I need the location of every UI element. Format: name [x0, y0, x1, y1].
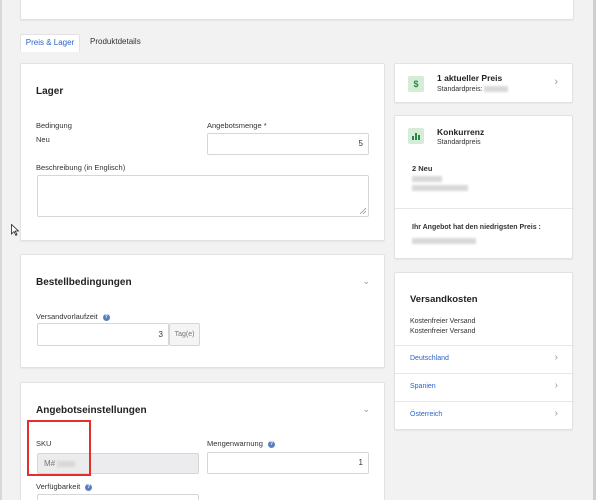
shipping-title: Versandkosten — [410, 294, 478, 305]
bar-chart-icon — [408, 128, 424, 144]
lead-time-label: Versandvorlaufzeit ? — [36, 312, 110, 321]
lead-time-input[interactable]: 3 — [37, 323, 169, 346]
offer-settings-title: Angebotseinstellungen — [36, 405, 147, 416]
price-panel-subtitle-text: Standardpreis: — [437, 86, 483, 93]
help-icon[interactable]: ? — [85, 483, 93, 491]
lager-title: Lager — [36, 86, 64, 97]
tab-preis-lager[interactable]: Preis & Lager — [20, 34, 80, 52]
condition-label: Bedingung — [36, 121, 72, 130]
redacted-text — [412, 238, 476, 244]
quantity-label-text: Angebotsmenge — [207, 121, 262, 130]
help-icon[interactable]: ? — [267, 440, 275, 448]
order-conditions-card: Bestellbedingungen ⌄ Versandvorlaufzeit … — [20, 254, 385, 368]
country-label: Spanien — [410, 383, 436, 390]
shipping-country-deutschland[interactable]: Deutschland › — [395, 345, 574, 373]
help-icon[interactable]: ? — [102, 313, 110, 321]
availability-label-text: Verfügbarkeit — [36, 482, 81, 491]
tab-bar: Preis & Lager Produktdetails — [20, 34, 190, 52]
shipping-country-spanien[interactable]: Spanien › — [395, 373, 574, 401]
chevron-right-icon: › — [554, 380, 558, 391]
tab-produktdetails[interactable]: Produktdetails — [90, 34, 141, 52]
lead-time-label-text: Versandvorlaufzeit — [36, 312, 98, 321]
offer-count: 2 Neu — [412, 164, 433, 173]
chevron-down-icon[interactable]: ⌄ — [362, 404, 370, 415]
chevron-right-icon: › — [554, 408, 558, 419]
shipping-line2: Kostenfreier Versand — [410, 328, 476, 335]
order-conditions-title: Bestellbedingungen — [36, 277, 132, 288]
mouse-cursor-icon — [11, 224, 19, 236]
shipping-line1: Kostenfreier Versand — [410, 318, 476, 325]
shipping-country-oesterreich[interactable]: Österreich › — [395, 401, 574, 429]
redacted-text — [412, 176, 442, 182]
quantity-warning-label: Mengenwarnung ? — [207, 439, 275, 448]
required-marker: * — [263, 121, 267, 130]
resize-handle-icon[interactable] — [360, 208, 366, 214]
chevron-down-icon[interactable]: ⌄ — [362, 276, 370, 287]
condition-value: Neu — [36, 135, 50, 144]
availability-input[interactable] — [37, 494, 199, 500]
top-card — [20, 0, 574, 20]
quantity-warning-label-text: Mengenwarnung — [207, 439, 263, 448]
country-label: Deutschland — [410, 355, 449, 362]
shipping-panel: Versandkosten Kostenfreier Versand Koste… — [394, 272, 574, 430]
price-panel-subtitle: Standardpreis: — [437, 86, 509, 93]
price-panel[interactable]: $ 1 aktueller Preis Standardpreis: › — [394, 63, 573, 103]
competition-panel: Konkurrenz Standardpreis 2 Neu Ihr Angeb… — [394, 115, 574, 259]
lowest-price-text: Ihr Angebot hat den niedrigsten Preis : — [412, 224, 541, 231]
description-textarea[interactable] — [37, 175, 369, 217]
description-label: Beschreibung (in Englisch) — [36, 163, 126, 172]
lead-time-unit: Tag(e) — [169, 323, 200, 346]
quantity-input[interactable]: 5 — [207, 133, 369, 155]
dollar-icon: $ — [408, 76, 424, 92]
competition-title: Konkurrenz — [437, 127, 485, 137]
availability-label: Verfügbarkeit ? — [36, 482, 93, 491]
redacted-text — [484, 86, 509, 93]
bar-chart-glyph — [412, 133, 420, 140]
lager-card: Lager Bedingung Neu Angebotsmenge * 5 Be… — [20, 63, 385, 241]
competition-subtitle: Standardpreis — [437, 139, 481, 146]
redacted-text — [412, 185, 468, 191]
quantity-label: Angebotsmenge * — [207, 121, 267, 130]
country-label: Österreich — [410, 411, 443, 418]
divider — [395, 208, 574, 209]
chevron-right-icon: › — [554, 352, 558, 363]
price-panel-title: 1 aktueller Preis — [437, 73, 503, 83]
redacted-lines — [412, 176, 468, 191]
quantity-warning-input[interactable]: 1 — [207, 452, 369, 474]
chevron-right-icon[interactable]: › — [554, 76, 558, 88]
highlight-box — [27, 420, 91, 476]
